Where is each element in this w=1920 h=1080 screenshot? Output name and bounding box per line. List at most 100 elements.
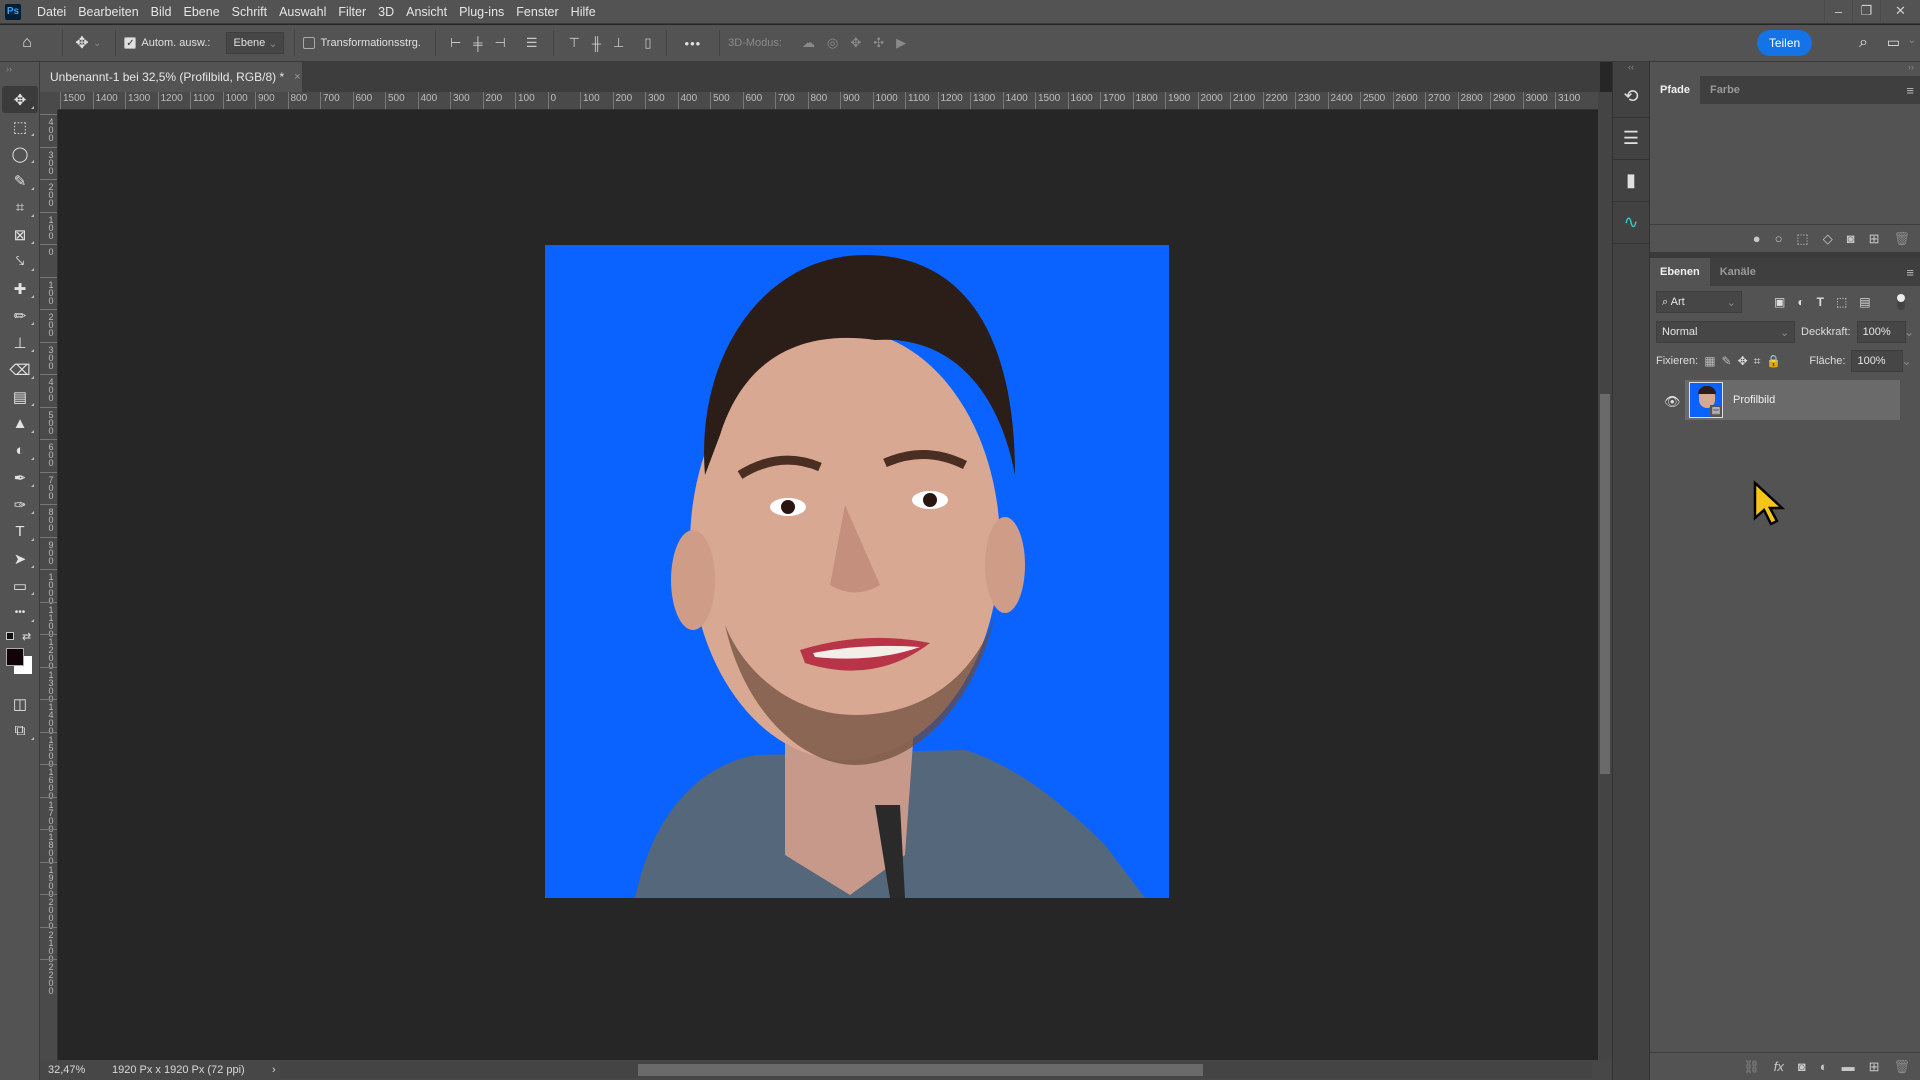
distribute-icon[interactable]: ☰ <box>526 35 538 51</box>
vertical-ruler[interactable]: 400 300 200 100 0 100 200 300 400 500 600 700 800 900… <box>40 110 58 1060</box>
menu-plugins[interactable]: Plug-ins <box>453 5 510 19</box>
layer-item[interactable]: ▤ Profilbild <box>1685 380 1900 420</box>
chevron-down-icon[interactable]: ⌄ <box>1901 354 1911 368</box>
align-left-icon[interactable]: ⊢ <box>450 35 461 51</box>
foreground-color-swatch[interactable] <box>6 648 24 666</box>
stamp-tool[interactable]: ⊥ <box>2 329 38 356</box>
delete-icon[interactable]: 🗑 <box>1893 231 1910 247</box>
healing-brush-tool[interactable]: ✚ <box>2 275 38 302</box>
document-tab[interactable]: Unbenannt-1 bei 32,5% (Profilbild, RGB/8… <box>40 62 302 92</box>
opacity-input[interactable]: 100% <box>1856 321 1906 343</box>
quick-selection-tool[interactable]: ✎ <box>2 167 38 194</box>
new-layer-icon[interactable]: ⊞ <box>1869 1059 1880 1075</box>
minimize-button[interactable]: – <box>1824 0 1852 22</box>
link-icon[interactable]: ⛓ <box>1743 1059 1760 1075</box>
lock-pixels-icon[interactable]: ✎ <box>1722 354 1732 368</box>
ruler-origin[interactable] <box>40 92 58 110</box>
filter-smart-object-icon[interactable]: ▤ <box>1859 295 1870 309</box>
lock-position-icon[interactable]: ✥ <box>1738 354 1748 368</box>
menu-3d[interactable]: 3D <box>372 5 400 19</box>
menu-fenster[interactable]: Fenster <box>510 5 564 19</box>
chevron-down-icon[interactable]: ⌄ <box>1908 35 1916 46</box>
filter-toggle[interactable] <box>1896 294 1905 310</box>
curvature-pen-tool[interactable]: ✑ <box>2 491 38 518</box>
frame-tool[interactable]: ⊠ <box>2 221 38 248</box>
tab-ebenen[interactable]: Ebenen <box>1650 258 1710 286</box>
panel-menu-icon[interactable]: ≡ <box>1906 265 1914 280</box>
menu-bearbeiten[interactable]: Bearbeiten <box>72 5 144 19</box>
fill-path-icon[interactable]: ● <box>1753 231 1761 246</box>
drag-handle[interactable] <box>0 76 39 86</box>
lock-all-icon[interactable]: 🔒 <box>1766 354 1781 368</box>
move-tool-preset-icon[interactable]: ✥ <box>71 33 93 53</box>
filter-shape-icon[interactable]: ⬚ <box>1836 295 1847 309</box>
close-tab-icon[interactable]: × <box>294 71 300 83</box>
dodge-tool[interactable]: ◐ <box>2 437 38 464</box>
3d-slide-icon[interactable]: ✣ <box>873 35 884 51</box>
panel-menu-icon[interactable]: ≡ <box>1906 83 1914 98</box>
auto-select-target-dropdown[interactable]: Ebene ⌄ <box>226 32 285 54</box>
curves-panel-button[interactable]: ∿ <box>1613 202 1649 244</box>
menu-auswahl[interactable]: Auswahl <box>273 5 332 19</box>
more-options-button[interactable]: ••• <box>685 36 702 51</box>
menu-schrift[interactable]: Schrift <box>226 5 273 19</box>
document-canvas[interactable] <box>545 245 1169 898</box>
history-panel-button[interactable]: ⟲ <box>1613 76 1649 118</box>
home-icon[interactable]: ⌂ <box>0 34 54 52</box>
lock-artboard-icon[interactable]: ⌗ <box>1754 354 1761 369</box>
gradient-tool[interactable]: ▤ <box>2 383 38 410</box>
menu-ansicht[interactable]: Ansicht <box>400 5 453 19</box>
workspace-icon[interactable]: ▭ <box>1887 34 1900 51</box>
tab-pfade[interactable]: Pfade <box>1650 76 1700 104</box>
menu-hilfe[interactable]: Hilfe <box>565 5 602 19</box>
fill-input[interactable]: 100% <box>1851 350 1904 372</box>
3d-orbit-icon[interactable]: ☁ <box>802 35 815 51</box>
delete-icon[interactable]: 🗑 <box>1893 1059 1910 1075</box>
horizontal-scroll-thumb[interactable] <box>638 1064 1203 1076</box>
tab-kanaele[interactable]: Kanäle <box>1710 258 1766 286</box>
3d-camera-icon[interactable]: ▶ <box>896 35 906 51</box>
load-selection-icon[interactable]: ⬚ <box>1796 231 1808 247</box>
3d-roll-icon[interactable]: ◎ <box>827 35 838 51</box>
close-window-button[interactable]: ✕ <box>1880 0 1920 22</box>
lock-transparency-icon[interactable]: ▦ <box>1704 354 1715 368</box>
expand-dock-icon[interactable]: ›› <box>1650 62 1920 76</box>
expand-panel-icon[interactable]: ›› <box>0 62 39 76</box>
type-tool[interactable]: T <box>2 518 38 545</box>
blend-mode-dropdown[interactable]: Normal ⌄ <box>1656 321 1796 343</box>
new-path-icon[interactable]: ⊞ <box>1869 231 1880 247</box>
filter-pixel-icon[interactable]: ▣ <box>1774 295 1785 309</box>
group-icon[interactable]: ▬ <box>1842 1059 1855 1074</box>
eraser-tool[interactable]: ⌫ <box>2 356 38 383</box>
chevron-down-icon[interactable]: ⌄ <box>93 38 101 49</box>
move-tool[interactable]: ✥ <box>2 86 38 113</box>
distribute-vertical-icon[interactable]: ▯ <box>644 35 651 51</box>
status-menu-arrow[interactable]: › <box>272 1064 276 1076</box>
menu-filter[interactable]: Filter <box>332 5 372 19</box>
transform-controls-checkbox[interactable] <box>303 37 316 49</box>
align-bottom-icon[interactable]: ⊥ <box>613 35 624 51</box>
3d-pan-icon[interactable]: ✥ <box>850 35 861 51</box>
align-horizontal-center-icon[interactable]: ╪ <box>473 36 482 51</box>
visibility-eye-icon[interactable]: 👁 <box>1664 394 1681 410</box>
restore-button[interactable]: ❐ <box>1852 0 1880 22</box>
menu-bild[interactable]: Bild <box>145 5 178 19</box>
3d-panel-button[interactable]: ☰ <box>1613 118 1649 160</box>
search-icon[interactable]: ⌕ <box>1859 34 1868 52</box>
zoom-level[interactable]: 32,47% <box>40 1064 98 1076</box>
lasso-tool[interactable]: ◯ <box>2 140 38 167</box>
brush-tool[interactable]: ✏ <box>2 302 38 329</box>
swap-colors-icon[interactable]: ⇄ <box>22 630 31 643</box>
path-selection-tool[interactable]: ➤ <box>2 545 38 572</box>
align-top-icon[interactable]: ⊤ <box>568 35 579 51</box>
collapse-dock-icon[interactable]: ‹‹ <box>1613 62 1649 76</box>
filter-adjustment-icon[interactable]: ◐ <box>1797 295 1804 309</box>
default-colors-icon[interactable] <box>6 632 14 640</box>
fx-icon[interactable]: fx <box>1774 1059 1784 1074</box>
libraries-panel-button[interactable]: ▮ <box>1613 160 1649 202</box>
menu-ebene[interactable]: Ebene <box>178 5 226 19</box>
align-right-icon[interactable]: ⊣ <box>495 35 506 51</box>
layer-filter-dropdown[interactable]: ⌕ Art ⌄ <box>1656 291 1742 313</box>
crop-tool[interactable]: ⌗ <box>2 194 38 221</box>
quick-mask-button[interactable]: ◫ <box>2 690 38 717</box>
